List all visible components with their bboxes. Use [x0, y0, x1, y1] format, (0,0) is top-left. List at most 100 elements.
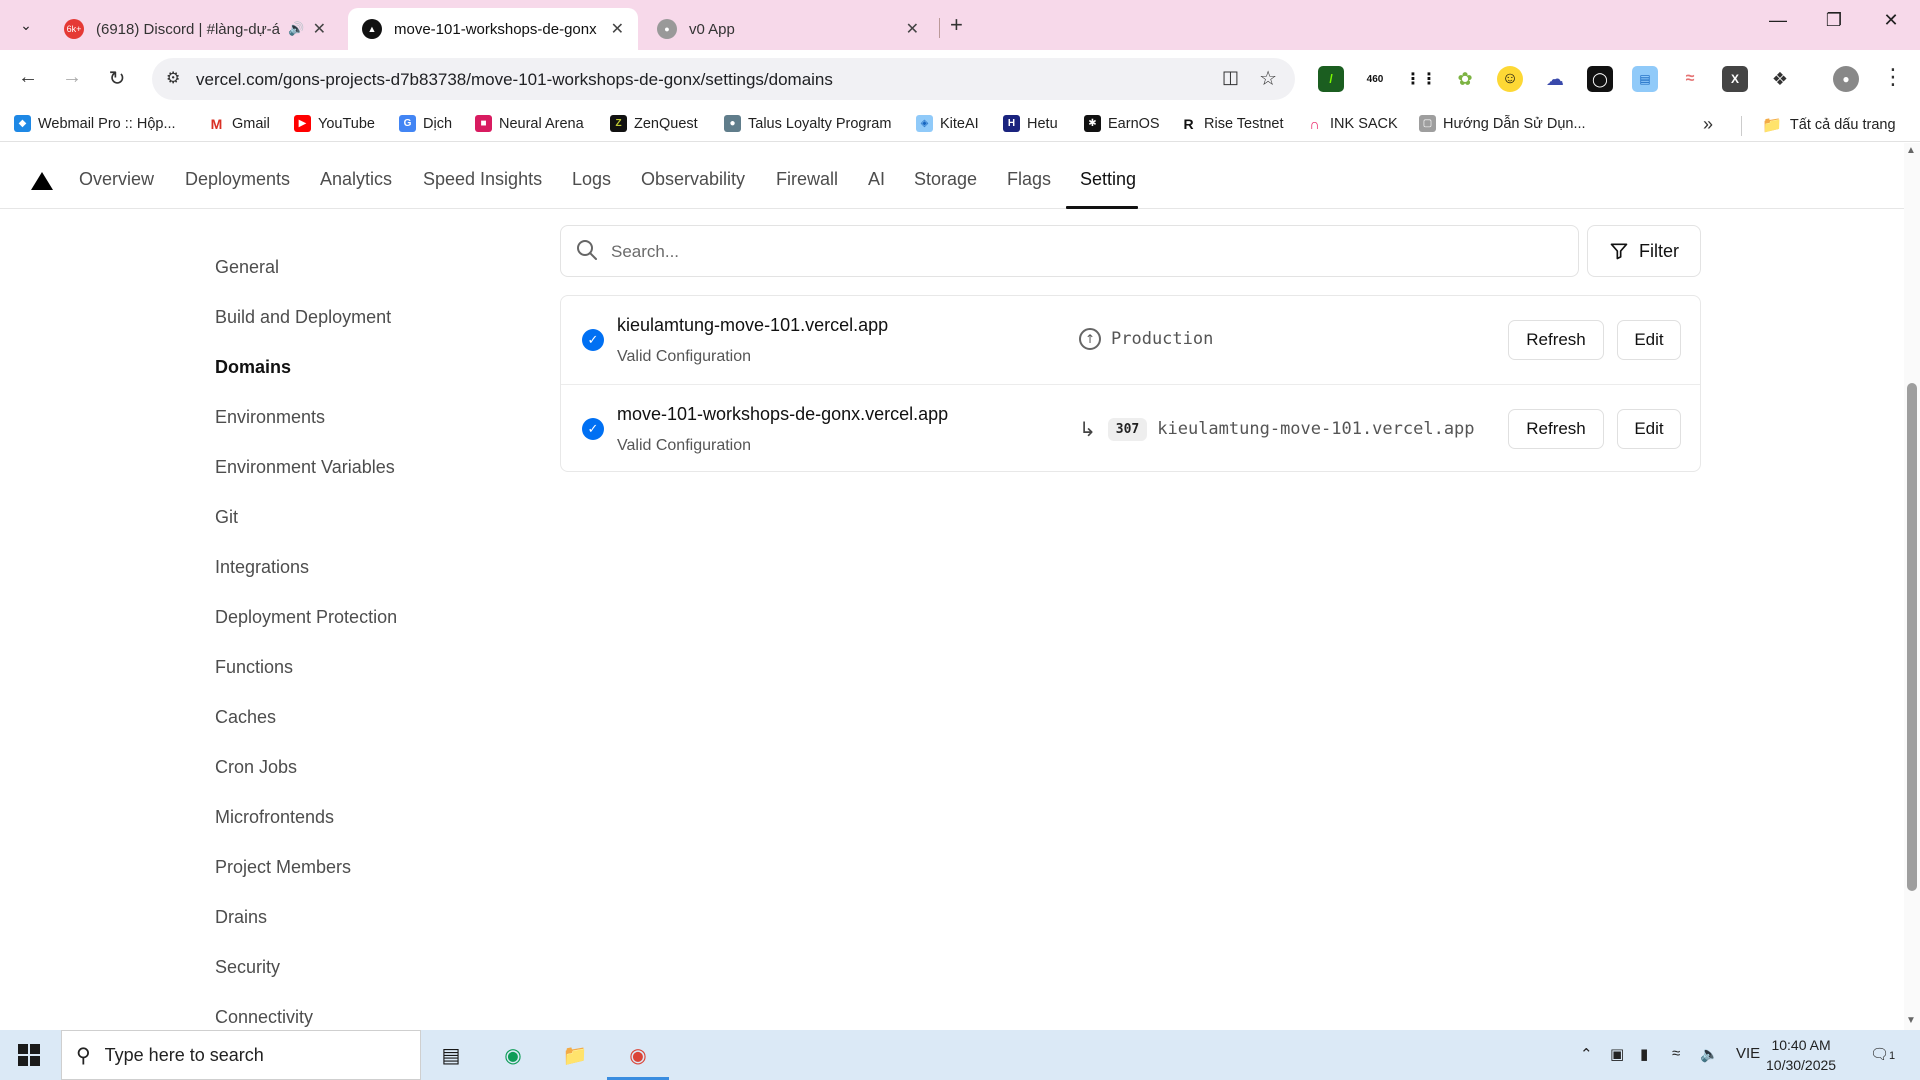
sidebar-item-caches[interactable]: Caches — [215, 707, 276, 728]
profile-avatar[interactable]: ● — [1833, 66, 1859, 92]
close-icon[interactable]: ✕ — [906, 19, 919, 39]
sidebar-item-general[interactable]: General — [215, 257, 279, 278]
bookmark-hetu[interactable]: H Hetu — [1003, 115, 1058, 132]
close-icon[interactable]: ✕ — [611, 19, 624, 39]
bookmark-kiteai[interactable]: ◈ KiteAI — [916, 115, 979, 132]
nav-deployments[interactable]: Deployments — [185, 169, 290, 190]
nav-ai[interactable]: AI — [868, 169, 885, 190]
refresh-button[interactable]: Refresh — [1508, 409, 1604, 449]
sidebar-item-cron-jobs[interactable]: Cron Jobs — [215, 757, 297, 778]
wave-ext-icon[interactable]: ≈ — [1677, 66, 1703, 92]
ring-ext-icon[interactable]: ◯ — [1587, 66, 1613, 92]
task-view-icon[interactable]: ▤ — [434, 1040, 468, 1070]
sidebar-item-domains[interactable]: Domains — [215, 357, 291, 378]
sidebar-item-build-and-deployment[interactable]: Build and Deployment — [215, 307, 391, 328]
bookmark-ink-sack[interactable]: ∩ INK SACK — [1306, 115, 1398, 132]
nav-logs[interactable]: Logs — [572, 169, 611, 190]
chrome-icon[interactable]: ◉ — [621, 1040, 655, 1070]
volume-muted-icon[interactable]: 🔈 — [1700, 1045, 1719, 1063]
sidebar-item-deployment-protection[interactable]: Deployment Protection — [215, 607, 397, 628]
window-close-icon[interactable]: ✕ — [1871, 10, 1911, 31]
cloud-ext-icon[interactable]: ☁ — [1542, 66, 1568, 92]
tab-v0[interactable]: ● v0 App ✕ — [643, 8, 933, 50]
bookmark-talus[interactable]: ● Talus Loyalty Program — [724, 115, 891, 132]
nav-storage[interactable]: Storage — [914, 169, 977, 190]
smiley-ext-icon[interactable]: ☺ — [1497, 66, 1523, 92]
bookmark-gmail[interactable]: M Gmail — [208, 115, 270, 132]
menu-kebab-icon[interactable]: ⋮ — [1882, 64, 1904, 90]
counter-ext-icon[interactable]: 460 — [1362, 66, 1388, 92]
bookmark-rise[interactable]: R Rise Testnet — [1180, 115, 1284, 132]
filter-button[interactable]: Filter — [1587, 225, 1701, 277]
tab-search-chevron-icon[interactable]: ⌄ — [12, 12, 40, 38]
tab-vercel[interactable]: ▲ move-101-workshops-de-gonx ✕ — [348, 8, 638, 50]
domain-name[interactable]: move-101-workshops-de-gonx.vercel.app — [617, 404, 948, 425]
nav-overview[interactable]: Overview — [79, 169, 154, 190]
battery-icon[interactable]: ▮ — [1640, 1045, 1648, 1063]
restore-icon[interactable]: ❐ — [1814, 10, 1854, 31]
x-ext-icon[interactable]: X — [1722, 66, 1748, 92]
nav-setting[interactable]: Setting — [1080, 169, 1136, 190]
address-bar[interactable]: ⚙ vercel.com/gons-projects-d7b83738/move… — [152, 58, 1295, 100]
tray-chevron-icon[interactable]: ⌃ — [1580, 1045, 1593, 1063]
nav-speed-insights[interactable]: Speed Insights — [423, 169, 542, 190]
leaf-ext-icon[interactable]: ✿ — [1452, 66, 1478, 92]
system-clock[interactable]: 10:40 AM 10/30/2025 — [1766, 1035, 1836, 1075]
language-indicator[interactable]: VIE — [1736, 1045, 1760, 1062]
edit-button[interactable]: Edit — [1617, 320, 1681, 360]
url-text[interactable]: vercel.com/gons-projects-d7b83738/move-1… — [196, 70, 833, 90]
site-info-icon[interactable]: ⚙ — [166, 68, 180, 88]
sidebar-item-environment-variables[interactable]: Environment Variables — [215, 457, 395, 478]
sidebar-item-integrations[interactable]: Integrations — [215, 557, 309, 578]
bookmark-youtube[interactable]: ▶ YouTube — [294, 115, 375, 132]
bookmark-webmail[interactable]: ◆ Webmail Pro :: Hộp... — [14, 115, 176, 132]
terminal-ext-icon[interactable]: / — [1318, 66, 1344, 92]
scroll-up-icon[interactable]: ▲ — [1906, 145, 1916, 156]
bookmark-star-icon[interactable]: ☆ — [1259, 66, 1277, 91]
edge-icon[interactable]: ◉ — [496, 1040, 530, 1070]
minimize-icon[interactable]: — — [1758, 10, 1798, 31]
bookmark-neural-arena[interactable]: ■ Neural Arena — [475, 115, 584, 132]
new-tab-plus-icon[interactable]: + — [950, 12, 963, 38]
domain-name[interactable]: kieulamtung-move-101.vercel.app — [617, 315, 888, 336]
scroll-down-icon[interactable]: ▼ — [1906, 1015, 1916, 1026]
sidebar-item-drains[interactable]: Drains — [215, 907, 267, 928]
dots-ext-icon[interactable]: ⋮⋮ — [1405, 66, 1437, 92]
reload-icon[interactable]: ↻ — [101, 66, 133, 91]
refresh-button[interactable]: Refresh — [1508, 320, 1604, 360]
speaker-icon[interactable]: 🔊 — [288, 21, 304, 37]
notifications-icon[interactable]: 🗨1 — [1870, 1045, 1895, 1063]
sidebar-item-functions[interactable]: Functions — [215, 657, 293, 678]
nav-analytics[interactable]: Analytics — [320, 169, 392, 190]
tab-discord[interactable]: 6k+ (6918) Discord | #làng-dự-á 🔊 ✕ — [50, 8, 340, 50]
nav-flags[interactable]: Flags — [1007, 169, 1051, 190]
file-explorer-icon[interactable]: 📁 — [558, 1040, 592, 1070]
bookmark-dich[interactable]: G Dịch — [399, 115, 452, 132]
bookmarks-overflow-icon[interactable]: » — [1703, 114, 1713, 135]
card-ext-icon[interactable]: ▤ — [1632, 66, 1658, 92]
bookmark-huong-dan[interactable]: ▢ Hướng Dẫn Sử Dụn... — [1419, 115, 1586, 132]
search-input[interactable]: Search... — [560, 225, 1579, 277]
forward-arrow-icon[interactable]: → — [56, 66, 88, 89]
back-arrow-icon[interactable]: ← — [12, 66, 44, 89]
bookmark-earnos[interactable]: ✱ EarnOS — [1084, 115, 1160, 132]
puzzle-icon[interactable]: ❖ — [1767, 66, 1793, 92]
all-bookmarks[interactable]: 📁 Tất cả dấu trang — [1762, 115, 1896, 135]
wifi-icon[interactable]: ≈ — [1672, 1045, 1680, 1062]
edit-button[interactable]: Edit — [1617, 409, 1681, 449]
sidebar-item-security[interactable]: Security — [215, 957, 280, 978]
sidebar-item-project-members[interactable]: Project Members — [215, 857, 351, 878]
scrollbar-thumb[interactable] — [1907, 383, 1917, 891]
taskbar-search-input[interactable]: ⚲ Type here to search — [61, 1030, 421, 1080]
nav-firewall[interactable]: Firewall — [776, 169, 838, 190]
sidebar-item-git[interactable]: Git — [215, 507, 238, 528]
vercel-logo-icon[interactable] — [31, 172, 53, 190]
sidebar-item-environments[interactable]: Environments — [215, 407, 325, 428]
sidebar-item-microfrontends[interactable]: Microfrontends — [215, 807, 334, 828]
windows-start-icon[interactable] — [18, 1044, 40, 1066]
sidebar-item-connectivity[interactable]: Connectivity — [215, 1007, 313, 1028]
install-app-icon[interactable]: ◫ — [1222, 67, 1239, 88]
nav-observability[interactable]: Observability — [641, 169, 745, 190]
close-icon[interactable]: ✕ — [313, 19, 326, 39]
bookmark-zenquest[interactable]: Z ZenQuest — [610, 115, 698, 132]
